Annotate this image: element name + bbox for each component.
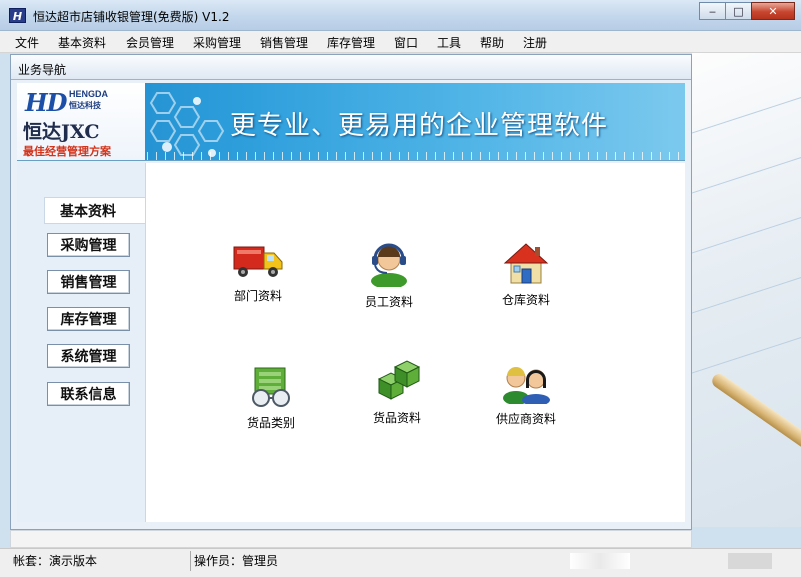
tile-warehouse[interactable]: 仓库资料 (481, 241, 571, 308)
status-separator (190, 551, 191, 571)
status-bar: 帐套：演示版本 操作员：管理员 (0, 548, 801, 577)
menu-register[interactable]: 注册 (523, 34, 547, 51)
menu-tools[interactable]: 工具 (437, 34, 461, 51)
banner: HD HENGDA 恒达科技 恒达JXC 最佳经营管理方案 更专业、更易用的企业… (17, 83, 685, 161)
maximize-button[interactable]: □ (725, 2, 752, 20)
minimize-button[interactable]: ‒ (699, 2, 726, 20)
panel-header: 业务导航 (11, 55, 691, 80)
logo-cn: 恒达科技 (69, 101, 101, 110)
menu-member[interactable]: 会员管理 (126, 34, 174, 51)
nav-inventory[interactable]: 库存管理 (47, 307, 130, 331)
logo-mark: HD (25, 88, 67, 117)
status-account: 帐套：演示版本 (13, 554, 98, 568)
window-controls: ‒ □ ✕ (699, 2, 795, 20)
product-tagline: 最佳经营管理方案 (23, 145, 111, 158)
logo: HD HENGDA 恒达科技 恒达JXC 最佳经营管理方案 (17, 83, 145, 160)
nav-sales[interactable]: 销售管理 (47, 270, 130, 294)
tile-staff[interactable]: 员工资料 (344, 241, 434, 310)
nav-basic-data[interactable]: 基本资料 (44, 197, 145, 224)
menu-basic-data[interactable]: 基本资料 (58, 34, 106, 51)
truck-icon (233, 246, 283, 277)
logo-en: HENGDA (69, 89, 109, 99)
tile-department[interactable]: 部门资料 (213, 241, 303, 304)
tile-goods[interactable]: 货品资料 (352, 359, 442, 426)
menu-sales[interactable]: 销售管理 (260, 34, 308, 51)
status-panel-blank (570, 553, 630, 569)
hexagon-decoration (149, 92, 225, 157)
tile-label-staff: 员工资料 (364, 295, 413, 309)
nav-purchase[interactable]: 采购管理 (47, 233, 130, 257)
house-icon (503, 243, 549, 284)
menu-help[interactable]: 帮助 (480, 34, 504, 51)
ruler-decoration (147, 152, 685, 160)
desktop-background (692, 53, 801, 527)
menu-file[interactable]: 文件 (15, 34, 39, 51)
menu-inventory[interactable]: 库存管理 (327, 34, 375, 51)
people-icon (503, 367, 550, 404)
status-panel-blank-2 (728, 553, 772, 569)
tile-label-warehouse: 仓库资料 (501, 293, 550, 307)
tile-label-department: 部门资料 (233, 289, 282, 303)
app-icon[interactable]: H (9, 8, 26, 23)
horizontal-scrollbar[interactable] (10, 530, 692, 548)
tile-label-category: 货品类别 (246, 416, 295, 430)
pen-decoration (709, 371, 801, 469)
headset-operator-icon (371, 243, 407, 287)
close-button[interactable]: ✕ (751, 2, 795, 20)
tile-label-goods: 货品资料 (372, 411, 421, 425)
nav-contact[interactable]: 联系信息 (47, 382, 130, 406)
nav-system[interactable]: 系统管理 (47, 344, 130, 368)
tile-label-supplier: 供应商资料 (495, 412, 556, 426)
status-operator: 操作员：管理员 (194, 554, 279, 568)
menu-bar: 文件 基本资料 会员管理 采购管理 销售管理 库存管理 窗口 工具 帮助 注册 (0, 31, 801, 53)
cubes-icon (377, 360, 421, 400)
title-bar: H 恒达超市店铺收银管理(免费版) V1.2 ‒ □ ✕ (0, 0, 801, 31)
tile-category[interactable]: 货品类别 (226, 362, 316, 431)
menu-purchase[interactable]: 采购管理 (193, 34, 241, 51)
panel-title: 业务导航 (18, 63, 67, 77)
banner-slogan: 更专业、更易用的企业管理软件 (230, 111, 609, 141)
content-area: 部门资料 员工资料 仓库资料 货品类别 货品资料 供应商资料 (145, 163, 685, 522)
side-navigation: 基本资料 采购管理 销售管理 库存管理 系统管理 联系信息 (17, 161, 145, 522)
product-name: 恒达JXC (23, 121, 100, 143)
tile-supplier[interactable]: 供应商资料 (481, 362, 571, 427)
window-title: 恒达超市店铺收银管理(免费版) V1.2 (33, 10, 230, 24)
category-box-icon (252, 367, 290, 407)
menu-window[interactable]: 窗口 (394, 34, 418, 51)
